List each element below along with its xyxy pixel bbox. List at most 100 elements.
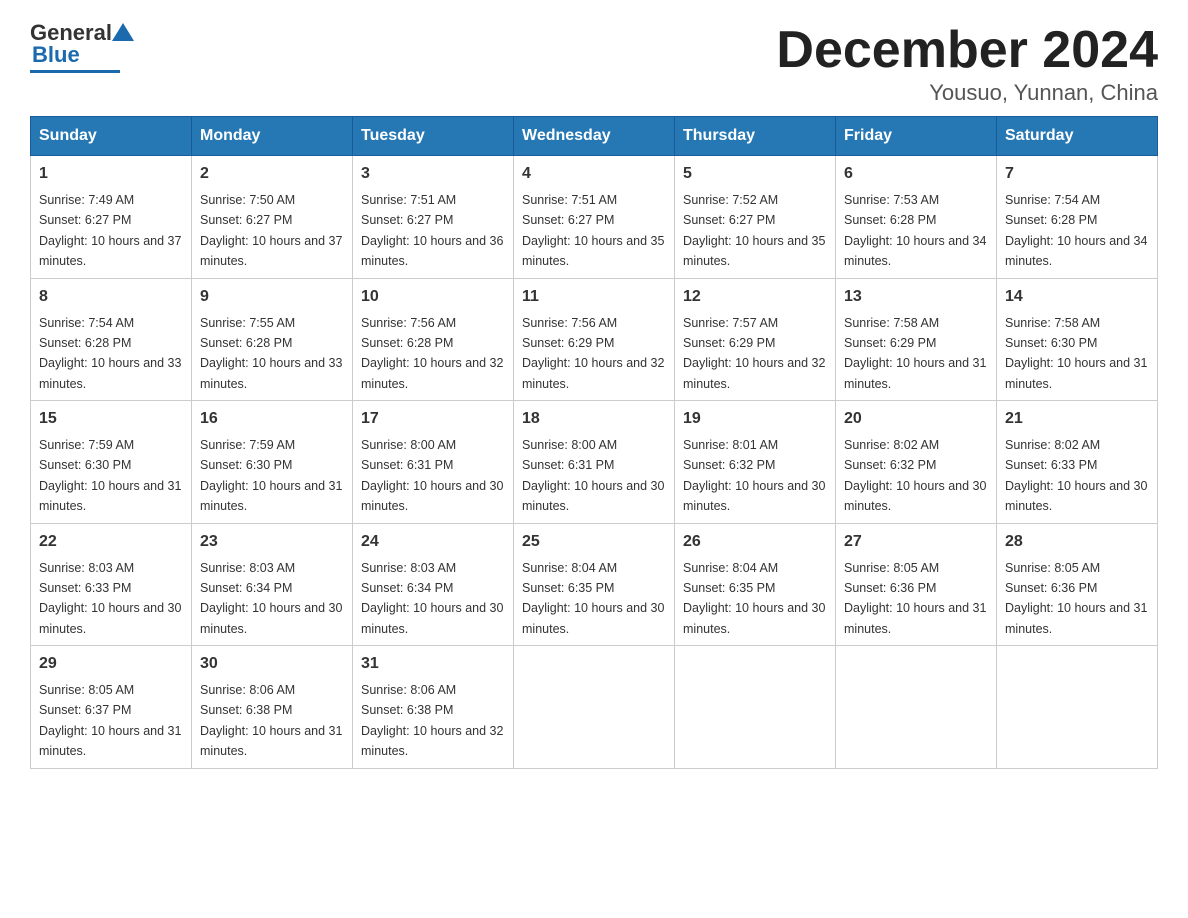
- calendar-cell: 21 Sunrise: 8:02 AMSunset: 6:33 PMDaylig…: [997, 401, 1158, 524]
- day-info: Sunrise: 7:54 AMSunset: 6:28 PMDaylight:…: [39, 316, 181, 391]
- calendar-cell: 22 Sunrise: 8:03 AMSunset: 6:33 PMDaylig…: [31, 523, 192, 646]
- calendar-cell: 11 Sunrise: 7:56 AMSunset: 6:29 PMDaylig…: [514, 278, 675, 401]
- calendar-cell: 5 Sunrise: 7:52 AMSunset: 6:27 PMDayligh…: [675, 156, 836, 279]
- calendar-cell: 1 Sunrise: 7:49 AMSunset: 6:27 PMDayligh…: [31, 156, 192, 279]
- calendar-week-row: 22 Sunrise: 8:03 AMSunset: 6:33 PMDaylig…: [31, 523, 1158, 646]
- day-number: 8: [39, 285, 183, 309]
- day-number: 31: [361, 652, 505, 676]
- day-info: Sunrise: 8:05 AMSunset: 6:37 PMDaylight:…: [39, 683, 181, 758]
- calendar-cell: 23 Sunrise: 8:03 AMSunset: 6:34 PMDaylig…: [192, 523, 353, 646]
- weekday-header-row: SundayMondayTuesdayWednesdayThursdayFrid…: [31, 117, 1158, 156]
- calendar-cell: 9 Sunrise: 7:55 AMSunset: 6:28 PMDayligh…: [192, 278, 353, 401]
- day-info: Sunrise: 8:05 AMSunset: 6:36 PMDaylight:…: [844, 561, 986, 636]
- day-number: 10: [361, 285, 505, 309]
- calendar-cell: 6 Sunrise: 7:53 AMSunset: 6:28 PMDayligh…: [836, 156, 997, 279]
- logo-underline: [30, 70, 120, 73]
- calendar-table: SundayMondayTuesdayWednesdayThursdayFrid…: [30, 116, 1158, 769]
- calendar-cell: 19 Sunrise: 8:01 AMSunset: 6:32 PMDaylig…: [675, 401, 836, 524]
- calendar-cell: 31 Sunrise: 8:06 AMSunset: 6:38 PMDaylig…: [353, 646, 514, 769]
- day-number: 29: [39, 652, 183, 676]
- weekday-header-thursday: Thursday: [675, 117, 836, 156]
- title-section: December 2024 Yousuo, Yunnan, China: [776, 20, 1158, 106]
- calendar-cell: 15 Sunrise: 7:59 AMSunset: 6:30 PMDaylig…: [31, 401, 192, 524]
- day-number: 28: [1005, 530, 1149, 554]
- day-number: 24: [361, 530, 505, 554]
- logo-blue-text: Blue: [32, 42, 80, 68]
- calendar-cell: [675, 646, 836, 769]
- day-number: 4: [522, 162, 666, 186]
- calendar-cell: 27 Sunrise: 8:05 AMSunset: 6:36 PMDaylig…: [836, 523, 997, 646]
- day-number: 2: [200, 162, 344, 186]
- day-info: Sunrise: 8:02 AMSunset: 6:33 PMDaylight:…: [1005, 438, 1147, 513]
- day-info: Sunrise: 8:03 AMSunset: 6:34 PMDaylight:…: [361, 561, 503, 636]
- calendar-cell: 25 Sunrise: 8:04 AMSunset: 6:35 PMDaylig…: [514, 523, 675, 646]
- day-info: Sunrise: 7:54 AMSunset: 6:28 PMDaylight:…: [1005, 193, 1147, 268]
- calendar-cell: [997, 646, 1158, 769]
- calendar-cell: 8 Sunrise: 7:54 AMSunset: 6:28 PMDayligh…: [31, 278, 192, 401]
- weekday-header-saturday: Saturday: [997, 117, 1158, 156]
- calendar-cell: 30 Sunrise: 8:06 AMSunset: 6:38 PMDaylig…: [192, 646, 353, 769]
- day-info: Sunrise: 7:58 AMSunset: 6:30 PMDaylight:…: [1005, 316, 1147, 391]
- day-number: 13: [844, 285, 988, 309]
- month-title: December 2024: [776, 20, 1158, 80]
- day-info: Sunrise: 8:04 AMSunset: 6:35 PMDaylight:…: [522, 561, 664, 636]
- calendar-week-row: 1 Sunrise: 7:49 AMSunset: 6:27 PMDayligh…: [31, 156, 1158, 279]
- day-info: Sunrise: 7:50 AMSunset: 6:27 PMDaylight:…: [200, 193, 342, 268]
- day-number: 3: [361, 162, 505, 186]
- calendar-cell: 29 Sunrise: 8:05 AMSunset: 6:37 PMDaylig…: [31, 646, 192, 769]
- day-number: 25: [522, 530, 666, 554]
- weekday-header-monday: Monday: [192, 117, 353, 156]
- day-number: 14: [1005, 285, 1149, 309]
- day-number: 15: [39, 407, 183, 431]
- day-info: Sunrise: 7:51 AMSunset: 6:27 PMDaylight:…: [522, 193, 664, 268]
- day-number: 18: [522, 407, 666, 431]
- calendar-cell: 13 Sunrise: 7:58 AMSunset: 6:29 PMDaylig…: [836, 278, 997, 401]
- day-info: Sunrise: 7:52 AMSunset: 6:27 PMDaylight:…: [683, 193, 825, 268]
- calendar-cell: 7 Sunrise: 7:54 AMSunset: 6:28 PMDayligh…: [997, 156, 1158, 279]
- day-info: Sunrise: 7:53 AMSunset: 6:28 PMDaylight:…: [844, 193, 986, 268]
- calendar-cell: 26 Sunrise: 8:04 AMSunset: 6:35 PMDaylig…: [675, 523, 836, 646]
- day-number: 19: [683, 407, 827, 431]
- day-info: Sunrise: 8:00 AMSunset: 6:31 PMDaylight:…: [522, 438, 664, 513]
- day-number: 1: [39, 162, 183, 186]
- calendar-cell: 2 Sunrise: 7:50 AMSunset: 6:27 PMDayligh…: [192, 156, 353, 279]
- day-info: Sunrise: 7:56 AMSunset: 6:28 PMDaylight:…: [361, 316, 503, 391]
- calendar-cell: [514, 646, 675, 769]
- calendar-cell: 14 Sunrise: 7:58 AMSunset: 6:30 PMDaylig…: [997, 278, 1158, 401]
- weekday-header-sunday: Sunday: [31, 117, 192, 156]
- day-number: 5: [683, 162, 827, 186]
- day-info: Sunrise: 7:56 AMSunset: 6:29 PMDaylight:…: [522, 316, 664, 391]
- day-info: Sunrise: 7:49 AMSunset: 6:27 PMDaylight:…: [39, 193, 181, 268]
- calendar-week-row: 8 Sunrise: 7:54 AMSunset: 6:28 PMDayligh…: [31, 278, 1158, 401]
- day-info: Sunrise: 7:59 AMSunset: 6:30 PMDaylight:…: [39, 438, 181, 513]
- day-number: 6: [844, 162, 988, 186]
- calendar-cell: 4 Sunrise: 7:51 AMSunset: 6:27 PMDayligh…: [514, 156, 675, 279]
- day-info: Sunrise: 8:06 AMSunset: 6:38 PMDaylight:…: [200, 683, 342, 758]
- day-number: 30: [200, 652, 344, 676]
- day-info: Sunrise: 7:51 AMSunset: 6:27 PMDaylight:…: [361, 193, 503, 268]
- day-number: 20: [844, 407, 988, 431]
- day-info: Sunrise: 7:57 AMSunset: 6:29 PMDaylight:…: [683, 316, 825, 391]
- calendar-week-row: 29 Sunrise: 8:05 AMSunset: 6:37 PMDaylig…: [31, 646, 1158, 769]
- day-number: 11: [522, 285, 666, 309]
- day-number: 17: [361, 407, 505, 431]
- calendar-cell: 17 Sunrise: 8:00 AMSunset: 6:31 PMDaylig…: [353, 401, 514, 524]
- day-number: 7: [1005, 162, 1149, 186]
- day-number: 27: [844, 530, 988, 554]
- calendar-cell: 18 Sunrise: 8:00 AMSunset: 6:31 PMDaylig…: [514, 401, 675, 524]
- day-number: 23: [200, 530, 344, 554]
- day-number: 26: [683, 530, 827, 554]
- calendar-cell: 24 Sunrise: 8:03 AMSunset: 6:34 PMDaylig…: [353, 523, 514, 646]
- calendar-cell: 16 Sunrise: 7:59 AMSunset: 6:30 PMDaylig…: [192, 401, 353, 524]
- calendar-week-row: 15 Sunrise: 7:59 AMSunset: 6:30 PMDaylig…: [31, 401, 1158, 524]
- calendar-cell: [836, 646, 997, 769]
- weekday-header-tuesday: Tuesday: [353, 117, 514, 156]
- day-number: 9: [200, 285, 344, 309]
- day-info: Sunrise: 8:01 AMSunset: 6:32 PMDaylight:…: [683, 438, 825, 513]
- day-info: Sunrise: 8:03 AMSunset: 6:33 PMDaylight:…: [39, 561, 181, 636]
- day-info: Sunrise: 7:55 AMSunset: 6:28 PMDaylight:…: [200, 316, 342, 391]
- logo-triangle-icon: [112, 23, 134, 43]
- calendar-cell: 3 Sunrise: 7:51 AMSunset: 6:27 PMDayligh…: [353, 156, 514, 279]
- day-info: Sunrise: 7:58 AMSunset: 6:29 PMDaylight:…: [844, 316, 986, 391]
- day-number: 22: [39, 530, 183, 554]
